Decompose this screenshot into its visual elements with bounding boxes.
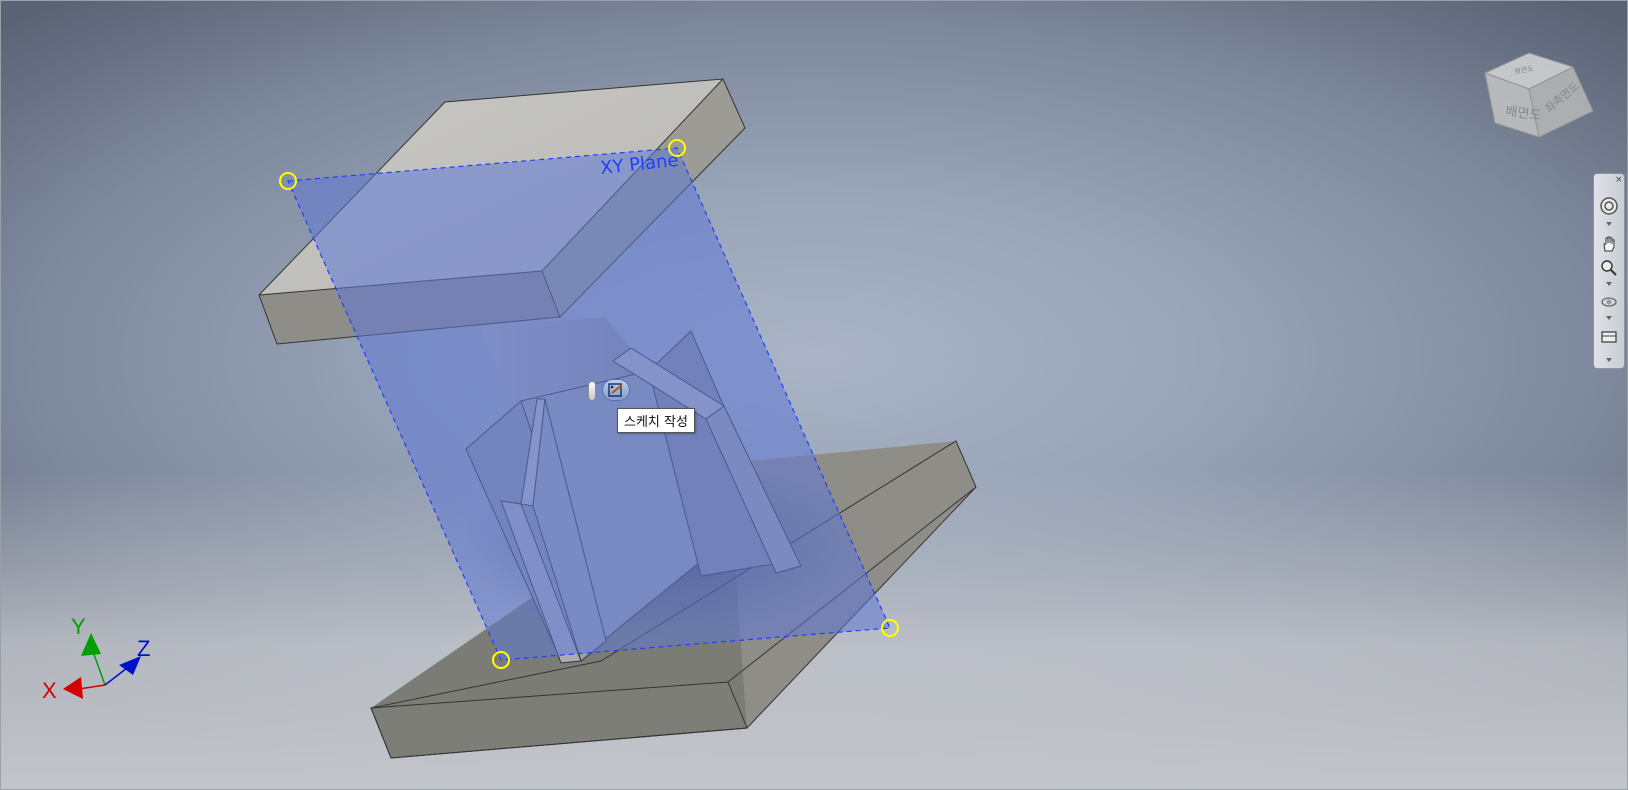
close-icon[interactable]: × <box>1615 176 1623 185</box>
x-axis-label: X <box>42 678 57 703</box>
chevron-down-icon[interactable] <box>1606 316 1612 320</box>
view-cube[interactable]: 배면도 좌측면도 평면도 <box>1483 52 1594 138</box>
model-scene[interactable]: XY Plane Y X Z 배면도 좌측면도 평면도 <box>1 1 1628 790</box>
customize-menu-icon[interactable] <box>1606 358 1612 362</box>
mini-toolbar-handle[interactable] <box>588 381 596 401</box>
coordinate-triad: Y X Z <box>42 614 150 703</box>
x-axis-cone <box>63 677 83 699</box>
create-sketch-button[interactable] <box>602 379 630 401</box>
pan-icon[interactable] <box>1599 234 1619 254</box>
tooltip: 스케치 작성 <box>617 408 695 433</box>
zoom-icon[interactable] <box>1599 258 1619 278</box>
steering-wheel-icon[interactable] <box>1599 196 1619 216</box>
chevron-down-icon[interactable] <box>1606 222 1612 226</box>
create-sketch-icon <box>608 383 623 397</box>
y-axis-label: Y <box>71 614 86 639</box>
z-axis-label: Z <box>137 636 150 661</box>
orbit-icon[interactable] <box>1599 292 1619 312</box>
look-at-icon[interactable] <box>1599 326 1619 346</box>
chevron-down-icon[interactable] <box>1606 282 1612 286</box>
navigation-bar[interactable]: × <box>1593 173 1625 369</box>
xy-plane[interactable]: XY Plane <box>279 139 899 669</box>
model-viewport[interactable]: XY Plane Y X Z 배면도 좌측면도 평면도 스케치 작성 × <box>0 0 1628 790</box>
